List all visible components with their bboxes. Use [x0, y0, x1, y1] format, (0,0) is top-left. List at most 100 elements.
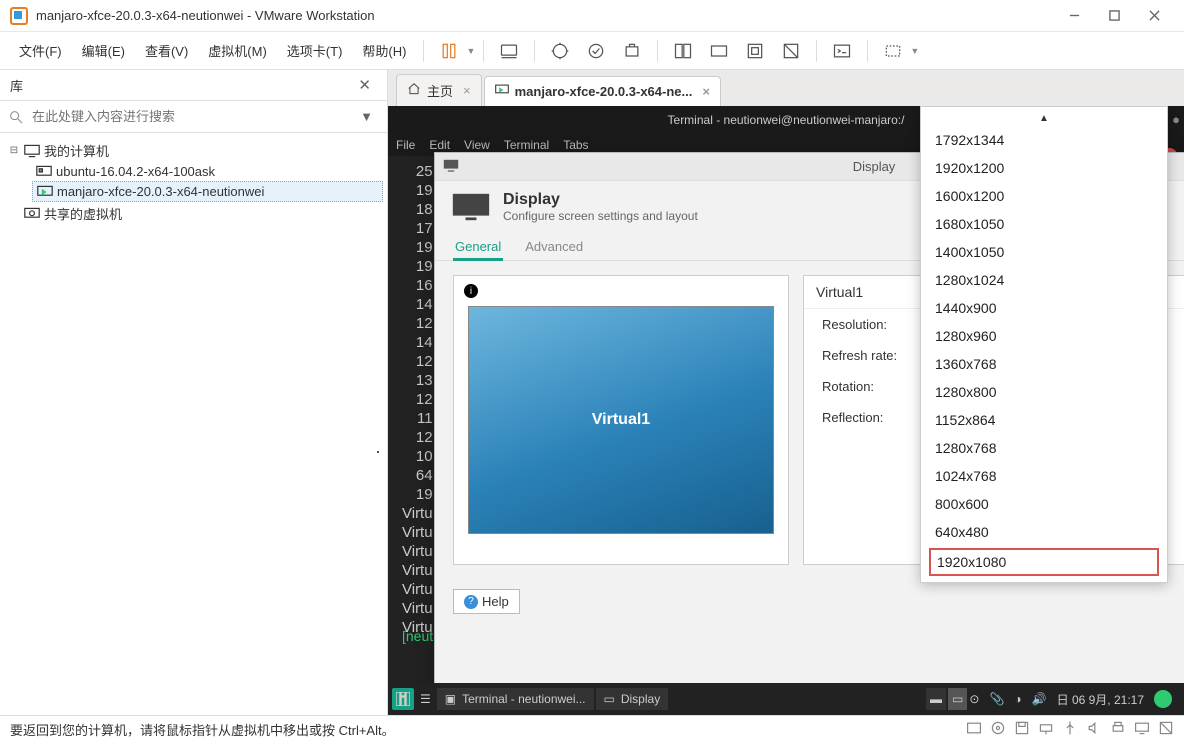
help-button[interactable]: ? Help — [453, 589, 520, 614]
expand-icon[interactable]: ⊟ — [8, 145, 20, 156]
tray-volume-icon[interactable]: 🔊 — [1032, 692, 1047, 706]
menu-edit[interactable]: 编辑(E) — [73, 37, 134, 64]
resolution-option[interactable]: 800x600 — [921, 490, 1167, 518]
close-button[interactable] — [1134, 1, 1174, 31]
vm-close-icon[interactable]: ● — [1172, 112, 1180, 128]
resolution-option[interactable]: 1280x800 — [921, 378, 1167, 406]
device-floppy-icon[interactable] — [1014, 720, 1030, 739]
tree-root-mycomputer[interactable]: ⊟ 我的计算机 — [4, 139, 383, 162]
device-usb-icon[interactable] — [1062, 720, 1078, 739]
taskbar-display-button[interactable]: ▭ Display — [596, 688, 669, 710]
tray-clip-icon[interactable]: 📎 — [989, 692, 1004, 706]
stretch-dropdown-icon[interactable]: ▼ — [910, 46, 919, 56]
tree-vm-manjaro[interactable]: manjaro-xfce-20.0.3-x64-neutionwei — [32, 181, 383, 202]
resolution-option[interactable]: 1280x1024 — [921, 266, 1167, 294]
vm-label: ubuntu-16.04.2-x64-100ask — [56, 164, 215, 179]
term-menu-tabs[interactable]: Tabs — [563, 138, 588, 152]
taskbar-clock[interactable]: 日 06 9月, 21:17 — [1057, 691, 1144, 708]
help-icon: ? — [464, 595, 478, 609]
search-icon — [8, 109, 24, 125]
resolution-option[interactable]: 1024x768 — [921, 462, 1167, 490]
resolution-option[interactable]: 1280x960 — [921, 322, 1167, 350]
tray-updates-icon[interactable]: ◑ — [1014, 692, 1021, 706]
vm-console[interactable]: Terminal - neutionwei@neutionwei-manjaro… — [388, 106, 1184, 715]
vmware-logo-icon — [10, 7, 28, 25]
resolution-option[interactable]: 1360x768 — [921, 350, 1167, 378]
resolution-option[interactable]: 1400x1050 — [921, 238, 1167, 266]
tab-close-icon[interactable]: × — [702, 84, 710, 99]
resolution-option[interactable]: 1680x1050 — [921, 210, 1167, 238]
library-close-button[interactable]: ✕ — [352, 74, 377, 96]
display-subtitle: Configure screen settings and layout — [503, 209, 698, 223]
resolution-option[interactable]: 1152x864 — [921, 406, 1167, 434]
term-menu-view[interactable]: View — [464, 138, 490, 152]
resolution-option[interactable]: 1920x1200 — [921, 154, 1167, 182]
pause-button[interactable] — [432, 37, 466, 65]
menu-tabs[interactable]: 选项卡(T) — [278, 37, 352, 64]
monitor-preview[interactable]: i Virtual1 — [453, 275, 789, 565]
splitter-handle[interactable]: · — [375, 441, 381, 462]
unity-button[interactable] — [702, 37, 736, 65]
vm-running-icon — [37, 185, 53, 199]
resolution-option[interactable]: 1440x900 — [921, 294, 1167, 322]
monitor-icon — [443, 159, 459, 173]
seamless-button[interactable] — [774, 37, 808, 65]
resolution-option[interactable]: 640x480 — [921, 518, 1167, 546]
resolution-option[interactable]: 1600x1200 — [921, 182, 1167, 210]
menu-help[interactable]: 帮助(H) — [353, 37, 415, 64]
device-disk-icon[interactable] — [966, 720, 982, 739]
tab-home-label: 主页 — [427, 81, 453, 100]
menubar: 文件(F) 编辑(E) 查看(V) 虚拟机(M) 选项卡(T) 帮助(H) ▼ … — [0, 32, 1184, 70]
display-tab-general[interactable]: General — [453, 233, 503, 260]
device-printer-icon[interactable] — [1110, 720, 1126, 739]
prop-reflection-label: Reflection: — [822, 410, 927, 425]
library-search-input[interactable] — [30, 105, 348, 128]
term-menu-edit[interactable]: Edit — [429, 138, 450, 152]
resolution-option[interactable]: 1792x1344 — [921, 126, 1167, 154]
taskbar-workspace-2[interactable]: ▭ — [948, 688, 967, 710]
scroll-up-icon[interactable]: ▲ — [921, 111, 1167, 126]
manjaro-menu-button[interactable] — [392, 688, 414, 710]
menu-file[interactable]: 文件(F) — [10, 37, 71, 64]
status-message: 要返回到您的计算机，请将鼠标指针从虚拟机中移出或按 Ctrl+Alt。 — [10, 720, 395, 739]
console-button[interactable] — [825, 37, 859, 65]
device-display-icon[interactable] — [1134, 720, 1150, 739]
maximize-button[interactable] — [1094, 1, 1134, 31]
revert-button[interactable] — [579, 37, 613, 65]
search-dropdown-icon[interactable]: ▼ — [354, 109, 379, 124]
monitor-preview-screen[interactable]: Virtual1 — [468, 306, 774, 534]
manage-button[interactable] — [615, 37, 649, 65]
fullscreen-button[interactable] — [738, 37, 772, 65]
tree-vm-ubuntu[interactable]: ubuntu-16.04.2-x64-100ask — [32, 162, 383, 181]
resolution-option[interactable]: 1280x768 — [921, 434, 1167, 462]
tab-close-icon[interactable]: × — [463, 83, 471, 98]
window-list-icon[interactable]: ☰ — [416, 692, 435, 706]
tree-shared-vms[interactable]: 共享的虚拟机 — [4, 202, 383, 225]
display-tab-advanced[interactable]: Advanced — [523, 233, 585, 260]
tab-home[interactable]: 主页 × — [396, 74, 482, 106]
term-menu-file[interactable]: File — [396, 138, 415, 152]
taskbar-terminal-button[interactable]: ▣ Terminal - neutionwei... — [437, 688, 594, 710]
tile-button[interactable] — [666, 37, 700, 65]
menu-view[interactable]: 查看(V) — [136, 37, 197, 64]
device-net-icon[interactable] — [1038, 720, 1054, 739]
tray-power-icon[interactable] — [1154, 690, 1172, 708]
prop-resolution-label: Resolution: — [822, 317, 927, 332]
taskbar-workspace-1[interactable]: ▬ — [926, 688, 946, 710]
minimize-button[interactable] — [1054, 1, 1094, 31]
device-sound-icon[interactable] — [1086, 720, 1102, 739]
tab-manjaro[interactable]: manjaro-xfce-20.0.3-x64-ne... × — [484, 76, 721, 106]
send-keys-button[interactable] — [492, 37, 526, 65]
pause-dropdown-icon[interactable]: ▼ — [466, 46, 475, 56]
resolution-option[interactable]: 1920x1080 — [929, 548, 1159, 576]
stretch-button[interactable] — [876, 37, 910, 65]
tree-root-label: 我的计算机 — [44, 141, 109, 160]
tray-usb-icon[interactable]: ⊙ — [969, 692, 979, 706]
snapshot-button[interactable] — [543, 37, 577, 65]
status-bar: 要返回到您的计算机，请将鼠标指针从虚拟机中移出或按 Ctrl+Alt。 — [0, 715, 1184, 743]
device-cd-icon[interactable] — [990, 720, 1006, 739]
term-menu-terminal[interactable]: Terminal — [504, 138, 549, 152]
menu-vm[interactable]: 虚拟机(M) — [199, 37, 276, 64]
info-icon[interactable]: i — [464, 284, 478, 298]
device-more-icon[interactable] — [1158, 720, 1174, 739]
